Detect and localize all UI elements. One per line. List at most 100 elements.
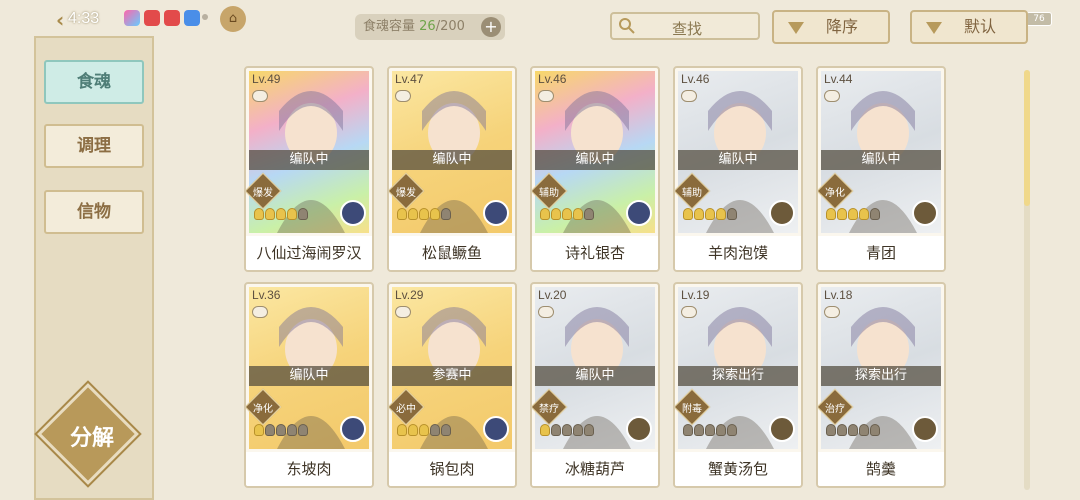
status-banner: 编队中 — [249, 150, 369, 170]
chat-bubble-icon[interactable] — [681, 306, 697, 318]
home-icon[interactable]: ⌂ — [220, 6, 246, 32]
element-icon — [769, 416, 795, 442]
chat-bubble-icon[interactable] — [538, 90, 554, 102]
star-icon — [397, 208, 407, 220]
scrollbar-thumb[interactable] — [1024, 70, 1030, 206]
app-icon — [184, 10, 200, 26]
chat-bubble-icon[interactable] — [395, 306, 411, 318]
tab-tokens[interactable]: 信物 — [44, 190, 144, 234]
level-label: Lv.49 — [252, 72, 281, 86]
app-icon — [124, 10, 140, 26]
search-label: 查找 — [672, 20, 703, 38]
sort-order-button[interactable]: 降序 — [772, 10, 890, 44]
star-icon — [254, 424, 264, 436]
star-icon — [727, 208, 737, 220]
star-icon — [265, 208, 275, 220]
star-icon — [716, 424, 726, 436]
element-icon — [626, 200, 652, 226]
star-icon — [705, 424, 715, 436]
star-rating — [254, 208, 308, 220]
level-label: Lv.18 — [824, 288, 853, 302]
add-capacity-button[interactable]: + — [481, 17, 501, 37]
star-icon — [408, 208, 418, 220]
role-label: 治疗 — [825, 404, 845, 415]
role-label: 爆发 — [253, 188, 273, 199]
star-rating — [540, 424, 594, 436]
star-icon — [540, 424, 550, 436]
food-soul-card[interactable]: Lv.49 编队中 爆发 八仙过海闹罗汉 — [244, 66, 374, 272]
food-soul-card[interactable]: Lv.18 探索出行 治疗 鹄羹 — [816, 282, 946, 488]
element-icon — [483, 416, 509, 442]
star-icon — [298, 208, 308, 220]
star-rating — [683, 208, 737, 220]
role-label: 辅助 — [539, 188, 559, 199]
star-rating — [397, 208, 451, 220]
food-soul-card[interactable]: Lv.46 编队中 辅助 羊肉泡馍 — [673, 66, 803, 272]
star-icon — [298, 424, 308, 436]
chat-bubble-icon[interactable] — [395, 90, 411, 102]
food-soul-card[interactable]: Lv.29 参赛中 必中 锅包肉 — [387, 282, 517, 488]
character-name: 八仙过海闹罗汉 — [246, 236, 372, 270]
food-soul-card[interactable]: Lv.19 探索出行 附毒 蟹黄汤包 — [673, 282, 803, 488]
star-icon — [716, 208, 726, 220]
sort-mode-button[interactable]: 默认 — [910, 10, 1028, 44]
character-name: 东坡肉 — [246, 452, 372, 486]
food-soul-card[interactable]: Lv.36 编队中 净化 东坡肉 — [244, 282, 374, 488]
role-label: 禁疗 — [539, 404, 559, 415]
scrollbar[interactable] — [1024, 70, 1030, 490]
star-icon — [562, 208, 572, 220]
element-icon — [912, 416, 938, 442]
decompose-label: 分解 — [69, 426, 114, 451]
chat-bubble-icon[interactable] — [824, 90, 840, 102]
chat-bubble-icon[interactable] — [538, 306, 554, 318]
notification-icons — [124, 10, 200, 26]
star-icon — [276, 424, 286, 436]
star-icon — [837, 424, 847, 436]
star-icon — [584, 208, 594, 220]
food-soul-card[interactable]: Lv.44 编队中 净化 青团 — [816, 66, 946, 272]
status-banner: 编队中 — [678, 150, 798, 170]
star-icon — [265, 424, 275, 436]
food-soul-card[interactable]: Lv.46 编队中 辅助 诗礼银杏 — [530, 66, 660, 272]
status-banner: 参赛中 — [392, 366, 512, 386]
app-icon — [164, 10, 180, 26]
tab-food-souls[interactable]: 食魂 — [44, 60, 144, 104]
chat-bubble-icon[interactable] — [681, 90, 697, 102]
star-rating — [397, 424, 451, 436]
more-dot-icon — [202, 14, 208, 20]
level-label: Lv.46 — [538, 72, 567, 86]
star-icon — [694, 424, 704, 436]
search-button[interactable]: 查找 — [610, 12, 760, 40]
role-label: 爆发 — [396, 188, 416, 199]
status-banner: 编队中 — [821, 150, 941, 170]
level-label: Lv.36 — [252, 288, 281, 302]
chat-bubble-icon[interactable] — [824, 306, 840, 318]
role-label: 附毒 — [682, 404, 702, 415]
chat-bubble-icon[interactable] — [252, 90, 268, 102]
food-soul-card[interactable]: Lv.20 编队中 禁疗 冰糖葫芦 — [530, 282, 660, 488]
star-icon — [276, 208, 286, 220]
star-icon — [573, 208, 583, 220]
element-icon — [340, 416, 366, 442]
character-name: 松鼠鳜鱼 — [389, 236, 515, 270]
capacity-current: 26 — [419, 19, 436, 34]
element-icon — [769, 200, 795, 226]
star-icon — [430, 424, 440, 436]
tab-conditioning[interactable]: 调理 — [44, 124, 144, 168]
status-banner: 探索出行 — [821, 366, 941, 386]
star-icon — [441, 208, 451, 220]
food-soul-card[interactable]: Lv.47 编队中 爆发 松鼠鳜鱼 — [387, 66, 517, 272]
star-icon — [859, 208, 869, 220]
star-icon — [826, 424, 836, 436]
chat-bubble-icon[interactable] — [252, 306, 268, 318]
star-icon — [573, 424, 583, 436]
level-label: Lv.20 — [538, 288, 567, 302]
role-label: 净化 — [253, 404, 273, 415]
app-icon — [144, 10, 160, 26]
star-icon — [683, 208, 693, 220]
character-name: 蟹黄汤包 — [675, 452, 801, 486]
battery-indicator: 76 — [1026, 12, 1052, 26]
star-icon — [870, 424, 880, 436]
star-icon — [287, 424, 297, 436]
star-icon — [705, 208, 715, 220]
